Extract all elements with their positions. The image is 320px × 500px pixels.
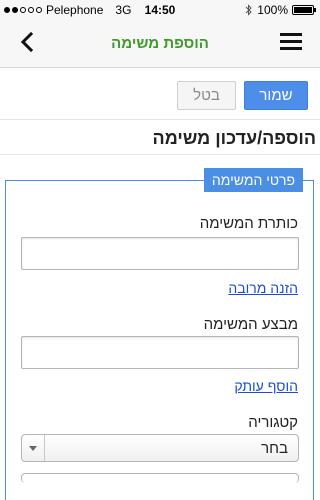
task-title-input[interactable] (21, 237, 299, 270)
save-button[interactable]: שמור (244, 81, 308, 110)
status-bar: Pelephone 3G 14:50 100% (0, 0, 320, 20)
category-selected-value: בחר (261, 440, 288, 457)
task-title-label: כותרת המשימה (199, 215, 298, 232)
status-right: 100% (245, 3, 316, 17)
next-field-partial (21, 473, 299, 483)
cancel-button[interactable]: בטל (177, 81, 236, 110)
category-select[interactable]: בחר (21, 434, 299, 462)
hamburger-menu-icon[interactable] (280, 33, 302, 51)
action-toolbar: בטל שמור (0, 68, 320, 120)
assignee-input[interactable] (21, 336, 299, 369)
add-copy-link[interactable]: הוסף עותק (234, 378, 298, 394)
bulk-entry-link[interactable]: הזנה מרובה (228, 280, 298, 296)
fieldset-legend: פרטי המשימה (203, 168, 303, 192)
battery-icon (292, 5, 316, 15)
category-label: קטגוריה (248, 414, 298, 431)
nav-title: הוספת משימה (111, 35, 209, 52)
page-title: הוספה/עדכון משימה (0, 121, 320, 155)
nav-bar: הוספת משימה (0, 20, 320, 68)
assignee-label: מבצע המשימה (203, 316, 298, 333)
battery-percent: 100% (257, 3, 288, 17)
bluetooth-icon (245, 4, 253, 16)
chevron-down-icon (22, 435, 45, 461)
